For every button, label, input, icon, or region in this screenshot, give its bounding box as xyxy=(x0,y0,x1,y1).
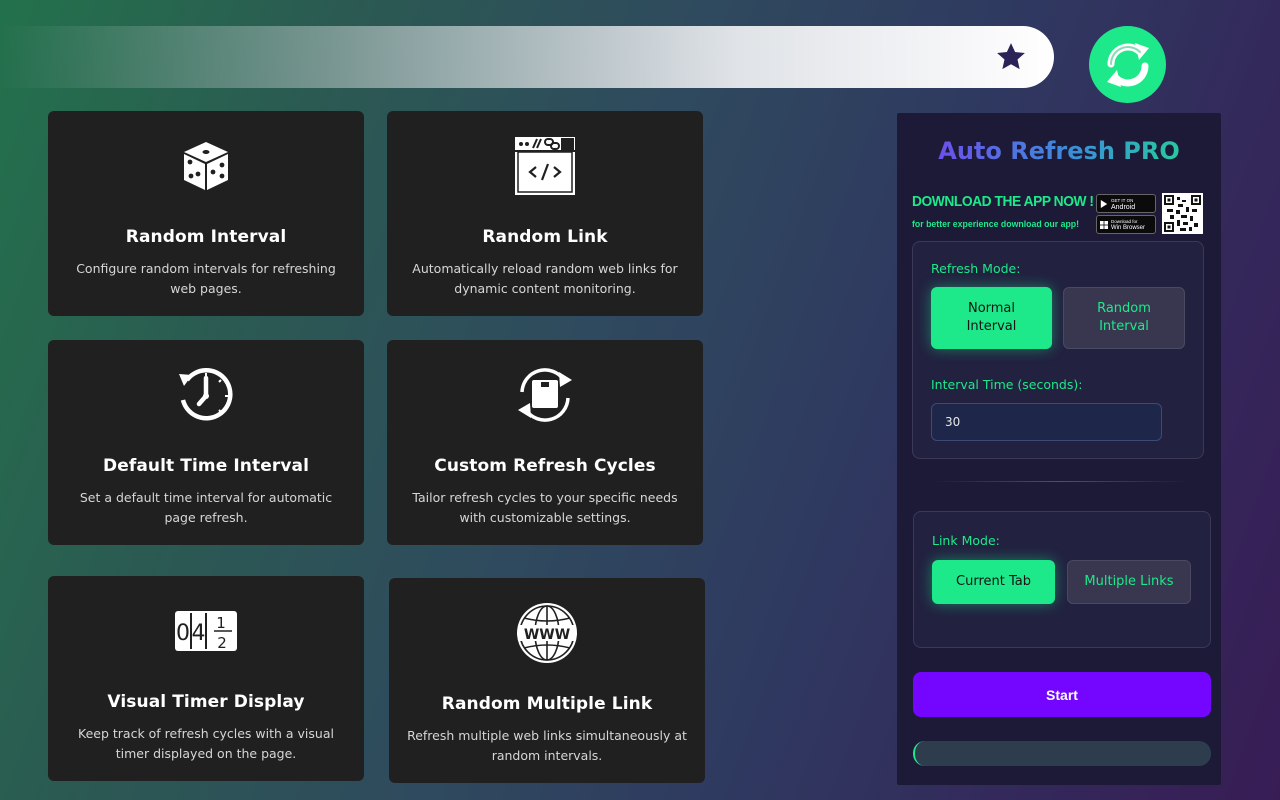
progress-bar xyxy=(913,741,1211,766)
star-icon[interactable] xyxy=(994,40,1028,74)
windows-badge-top: Download for xyxy=(1111,218,1138,224)
current-tab-button[interactable]: Current Tab xyxy=(932,560,1055,604)
timer-digit: 1 xyxy=(216,614,226,632)
normal-interval-button[interactable]: Normal Interval xyxy=(931,287,1052,349)
interval-time-value: 30 xyxy=(945,415,961,429)
feature-description: Keep track of refresh cycles with a visu… xyxy=(78,726,334,761)
dice-icon xyxy=(184,142,228,190)
feature-card-visual-timer-display: 0 4 1 2 Visual Timer Display Keep track … xyxy=(48,576,364,781)
windows-icon xyxy=(1100,220,1108,229)
feature-title: Custom Refresh Cycles xyxy=(434,456,656,476)
timer-digit: 4 xyxy=(192,621,206,646)
play-store-icon xyxy=(1100,199,1108,208)
interval-time-label: Interval Time (seconds): xyxy=(931,377,1083,392)
feature-card-random-interval: Random Interval Configure random interva… xyxy=(48,111,364,316)
clock-history-icon xyxy=(179,368,233,421)
feature-card-custom-refresh-cycles: Custom Refresh Cycles Tailor refresh cyc… xyxy=(387,340,703,545)
timer-counter-icon: 0 4 1 2 xyxy=(175,611,237,652)
refresh-mode-label: Refresh Mode: xyxy=(931,261,1021,276)
feature-title: Default Time Interval xyxy=(102,456,310,476)
start-button[interactable]: Start xyxy=(913,672,1211,717)
timer-digit: 0 xyxy=(176,621,190,646)
interval-time-input[interactable]: 30 xyxy=(931,403,1162,441)
qr-code xyxy=(1162,193,1203,234)
feature-card-default-time-interval: Default Time Interval Set a default time… xyxy=(48,340,364,545)
feature-card-random-multiple-link: WWW Random Multiple Link Refresh multipl… xyxy=(389,578,705,783)
feature-title: Visual Timer Display xyxy=(107,692,305,712)
download-title: DOWNLOAD THE APP NOW ! xyxy=(912,193,1094,210)
android-store-badge[interactable]: GET IT ON Android xyxy=(1096,194,1156,213)
windows-store-badge[interactable]: Download for Win Browser xyxy=(1096,215,1156,234)
section-divider xyxy=(931,481,1191,482)
download-subtitle: for better experience download our app! xyxy=(912,219,1080,230)
refresh-icon xyxy=(1106,42,1149,87)
extension-popup: Auto Refresh PRO DOWNLOAD THE APP NOW ! … xyxy=(897,113,1221,785)
feature-description: Refresh multiple web links simultaneousl… xyxy=(407,728,687,763)
feature-description: Automatically reload random web links fo… xyxy=(412,261,678,296)
feature-description: Configure random intervals for refreshin… xyxy=(76,261,336,296)
popup-title: Auto Refresh PRO xyxy=(897,137,1221,165)
feature-description: Set a default time interval for automati… xyxy=(79,490,333,525)
refresh-cycle-icon xyxy=(518,368,572,422)
feature-card-random-link: Random Link Automatically reload random … xyxy=(387,111,703,316)
globe-www-icon: WWW xyxy=(517,603,577,663)
code-link-icon xyxy=(515,137,575,195)
windows-badge-label: Win Browser xyxy=(1111,224,1146,231)
android-badge-top: GET IT ON xyxy=(1111,197,1134,203)
feature-title: Random Interval xyxy=(125,227,287,247)
timer-digit: 2 xyxy=(217,634,227,652)
qr-code-icon xyxy=(1164,195,1201,232)
multiple-links-button[interactable]: Multiple Links xyxy=(1067,560,1191,604)
top-bar xyxy=(0,26,1054,88)
refresh-logo xyxy=(1089,26,1166,103)
feature-description: Tailor refresh cycles to your specific n… xyxy=(412,490,678,525)
android-badge-label: Android xyxy=(1111,203,1136,211)
random-interval-button[interactable]: Random Interval xyxy=(1063,287,1185,349)
feature-title: Random Multiple Link xyxy=(441,694,653,714)
link-mode-label: Link Mode: xyxy=(932,533,1000,548)
feature-title: Random Link xyxy=(482,227,608,247)
globe-text: WWW xyxy=(524,627,570,643)
